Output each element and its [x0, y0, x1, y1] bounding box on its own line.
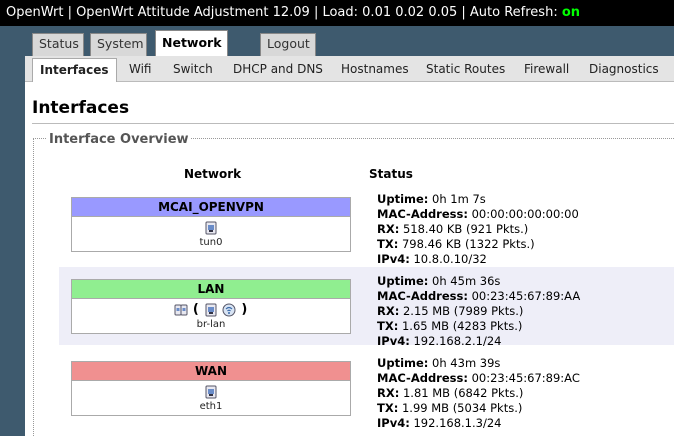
interface-icons	[72, 381, 350, 401]
mac-label: MAC-Address:	[377, 289, 468, 303]
title-divider	[32, 123, 674, 124]
status-uptime: Uptime: 0h 45m 36s	[377, 274, 580, 289]
status-wan: Uptime: 0h 43m 39s MAC-Address: 00:23:45…	[377, 356, 580, 431]
status-rx: RX: 1.81 MB (6842 Pkts.)	[377, 386, 580, 401]
status-uptime: Uptime: 0h 43m 39s	[377, 356, 580, 371]
uptime-label: Uptime:	[377, 192, 429, 206]
status-mac: MAC-Address: 00:00:00:00:00:00	[377, 207, 579, 222]
status-ipv4: IPv4: 192.168.1.3/24	[377, 416, 580, 431]
status-lan: Uptime: 0h 45m 36s MAC-Address: 00:23:45…	[377, 274, 580, 349]
status-rx: RX: 518.40 KB (921 Pkts.)	[377, 222, 579, 237]
wireless-icon	[222, 303, 236, 316]
tab-logout[interactable]: Logout	[260, 33, 316, 56]
status-tx: TX: 798.46 KB (1322 Pkts.)	[377, 237, 579, 252]
header-bar: OpenWrt | OpenWrt Attitude Adjustment 12…	[0, 0, 674, 26]
interface-device: br-lan	[196, 319, 226, 330]
tx-value: 798.46 KB (1322 Pkts.)	[401, 237, 535, 251]
status-ipv4: IPv4: 10.8.0.10/32	[377, 252, 579, 267]
tx-value: 1.99 MB (5034 Pkts.)	[401, 401, 523, 415]
tab-system[interactable]: System	[90, 33, 147, 56]
status-rx: RX: 2.15 MB (7989 Pkts.)	[377, 304, 580, 319]
mac-label: MAC-Address:	[377, 207, 468, 221]
interface-box-mcai-openvpn[interactable]: MCAI_OPENVPN tun0	[71, 197, 351, 252]
tab-network[interactable]: Network	[155, 30, 228, 56]
sub-menu: Interfaces Wifi Switch DHCP and DNS Host…	[25, 56, 674, 83]
tx-label: TX:	[377, 237, 399, 251]
subtab-dhcp-dns[interactable]: DHCP and DNS	[233, 56, 323, 82]
ethernet-port-icon	[205, 303, 217, 316]
subtab-interfaces[interactable]: Interfaces	[32, 58, 117, 83]
ipv4-label: IPv4:	[377, 252, 410, 266]
status-tx: TX: 1.65 MB (4283 Pkts.)	[377, 319, 580, 334]
uptime-value: 0h 1m 7s	[432, 192, 486, 206]
uptime-value: 0h 45m 36s	[432, 274, 501, 288]
ipv4-label: IPv4:	[377, 334, 410, 348]
uptime-label: Uptime:	[377, 356, 429, 370]
interface-name: LAN	[72, 280, 350, 299]
rx-value: 518.40 KB (921 Pkts.)	[402, 222, 529, 236]
status-mac: MAC-Address: 00:23:45:67:89:AA	[377, 289, 580, 304]
interface-device: tun0	[199, 237, 223, 248]
column-header-network: Network	[184, 167, 242, 181]
open-paren: (	[192, 302, 199, 317]
ipv4-value: 192.168.2.1/24	[413, 334, 502, 348]
section-legend: Interface Overview	[47, 132, 191, 147]
mac-value: 00:23:45:67:89:AA	[471, 289, 581, 303]
ethernet-port-icon	[205, 385, 217, 398]
subtab-firewall[interactable]: Firewall	[524, 56, 569, 82]
interface-icons	[72, 217, 350, 237]
tab-status[interactable]: Status	[32, 33, 84, 56]
ipv4-value: 192.168.1.3/24	[413, 416, 502, 430]
subtab-diagnostics[interactable]: Diagnostics	[589, 56, 659, 82]
main-content: Interfaces Interface Overview Network St…	[25, 82, 674, 436]
ethernet-port-icon	[205, 221, 217, 234]
interface-box-lan[interactable]: LAN () br-lan	[71, 279, 351, 334]
ipv4-value: 10.8.0.10/32	[413, 252, 487, 266]
status-uptime: Uptime: 0h 1m 7s	[377, 192, 579, 207]
interface-overview-section: Interface Overview Network Status MCAI_O…	[33, 132, 674, 436]
tx-label: TX:	[377, 319, 399, 333]
mac-value: 00:00:00:00:00:00	[471, 207, 579, 221]
header-text: OpenWrt | OpenWrt Attitude Adjustment 12…	[6, 5, 562, 20]
interface-box-wan[interactable]: WAN eth1	[71, 361, 351, 416]
interface-name: MCAI_OPENVPN	[72, 198, 350, 217]
status-mcai-openvpn: Uptime: 0h 1m 7s MAC-Address: 00:00:00:0…	[377, 192, 579, 267]
rx-label: RX:	[377, 386, 400, 400]
tx-label: TX:	[377, 401, 399, 415]
status-ipv4: IPv4: 192.168.2.1/24	[377, 334, 580, 349]
main-menu: Status System Network Logout	[25, 26, 674, 56]
rx-value: 1.81 MB (6842 Pkts.)	[402, 386, 524, 400]
ipv4-label: IPv4:	[377, 416, 410, 430]
column-header-status: Status	[369, 167, 413, 181]
page-title: Interfaces	[32, 98, 130, 118]
mac-label: MAC-Address:	[377, 371, 468, 385]
status-mac: MAC-Address: 00:23:45:67:89:AC	[377, 371, 580, 386]
subtab-static-routes[interactable]: Static Routes	[426, 56, 505, 82]
tx-value: 1.65 MB (4283 Pkts.)	[401, 319, 523, 333]
interface-device: eth1	[199, 401, 223, 412]
bridge-icon	[174, 304, 188, 315]
rx-label: RX:	[377, 304, 400, 318]
status-tx: TX: 1.99 MB (5034 Pkts.)	[377, 401, 580, 416]
interface-name: WAN	[72, 362, 350, 381]
auto-refresh-toggle[interactable]: on	[562, 5, 580, 20]
uptime-value: 0h 43m 39s	[432, 356, 501, 370]
uptime-label: Uptime:	[377, 274, 429, 288]
rx-value: 2.15 MB (7989 Pkts.)	[402, 304, 524, 318]
interface-icons: ( )	[72, 299, 350, 319]
mac-value: 00:23:45:67:89:AC	[471, 371, 580, 385]
subtab-switch[interactable]: Switch	[173, 56, 213, 82]
subtab-hostnames[interactable]: Hostnames	[341, 56, 409, 82]
subtab-wifi[interactable]: Wifi	[129, 56, 152, 82]
rx-label: RX:	[377, 222, 400, 236]
close-paren: )	[241, 302, 248, 317]
